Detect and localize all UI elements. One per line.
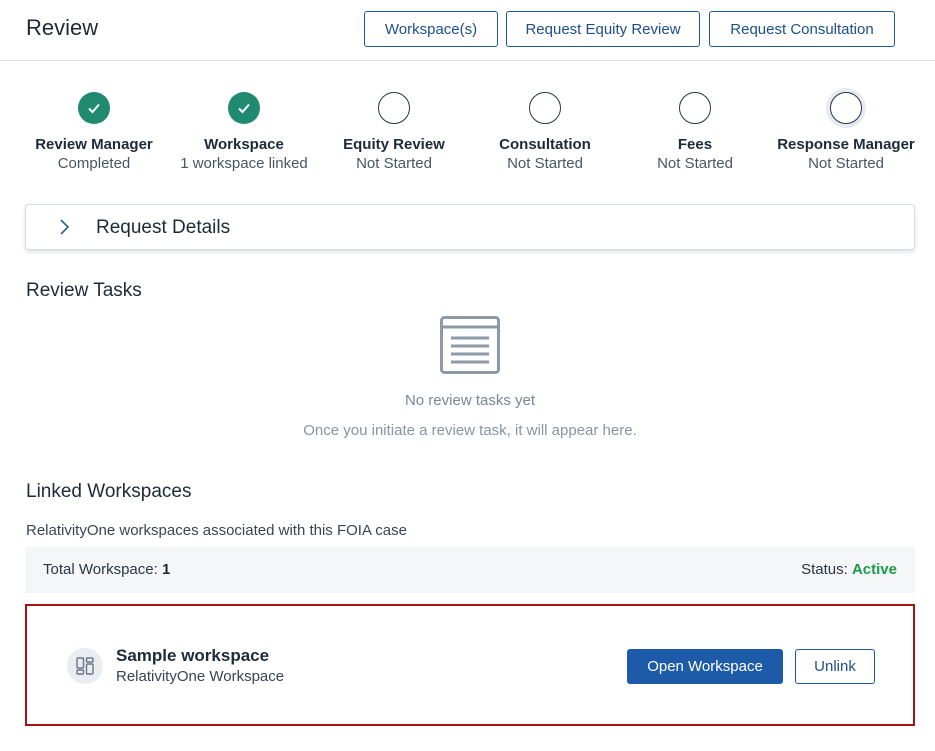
workspace-status-value: Active	[851, 561, 897, 578]
chevron-right-icon	[58, 218, 70, 241]
step-status: Not Started	[808, 155, 884, 172]
empty-circle-icon	[529, 92, 561, 124]
step-equity-review: Equity Review Not Started	[319, 92, 469, 172]
step-workspace: Workspace 1 workspace linked	[169, 92, 319, 172]
check-icon	[78, 92, 110, 124]
linked-workspaces-description: RelativityOne workspaces associated with…	[26, 522, 407, 539]
workspace-type: RelativityOne Workspace	[116, 668, 285, 685]
empty-circle-icon	[378, 92, 410, 124]
workspace-grid-icon	[67, 648, 103, 684]
total-workspace-count: 1	[161, 561, 171, 578]
empty-state-subtitle: Once you initiate a review task, it will…	[303, 422, 637, 439]
request-details-label: Request Details	[96, 217, 231, 238]
workspace-status: Status: Active	[801, 561, 897, 578]
request-equity-review-button[interactable]: Request Equity Review	[506, 11, 700, 47]
step-review-manager: Review Manager Completed	[19, 92, 169, 172]
empty-state-title: No review tasks yet	[404, 392, 536, 409]
step-fees: Fees Not Started	[620, 92, 770, 172]
page-title: Review	[26, 15, 99, 40]
step-status: Completed	[57, 155, 131, 172]
check-icon	[228, 92, 260, 124]
step-name: Equity Review	[343, 136, 445, 153]
request-consultation-button[interactable]: Request Consultation	[709, 11, 895, 47]
workspace-name: Sample workspace	[116, 646, 270, 665]
step-response-manager: Response Manager Not Started	[771, 92, 921, 172]
step-consultation: Consultation Not Started	[470, 92, 620, 172]
page-header: Review Workspace(s) Request Equity Revie…	[0, 0, 935, 61]
workspace-status-label: Status:	[801, 561, 848, 578]
review-tasks-heading: Review Tasks	[26, 280, 142, 301]
total-workspace: Total Workspace: 1	[43, 561, 170, 578]
step-name: Review Manager	[35, 136, 153, 153]
step-name: Response Manager	[777, 136, 915, 153]
total-workspace-label: Total Workspace:	[43, 561, 158, 578]
request-details-accordion[interactable]: Request Details	[25, 204, 915, 250]
step-status: Not Started	[507, 155, 583, 172]
open-workspace-button[interactable]: Open Workspace	[627, 649, 783, 684]
step-name: Fees	[677, 136, 713, 153]
step-status: Not Started	[657, 155, 733, 172]
linked-workspaces-heading: Linked Workspaces	[26, 481, 192, 502]
step-name: Workspace	[204, 136, 284, 153]
empty-circle-icon	[830, 92, 862, 124]
step-name: Consultation	[499, 136, 591, 153]
workspace-card: Sample workspace RelativityOne Workspace…	[25, 604, 915, 726]
workspaces-button[interactable]: Workspace(s)	[364, 11, 498, 47]
step-status: 1 workspace linked	[180, 155, 308, 172]
workspace-summary-bar: Total Workspace: 1 Status: Active	[25, 547, 915, 593]
unlink-button[interactable]: Unlink	[795, 649, 875, 684]
step-status: Not Started	[356, 155, 432, 172]
document-list-icon	[440, 316, 500, 379]
empty-circle-icon	[679, 92, 711, 124]
